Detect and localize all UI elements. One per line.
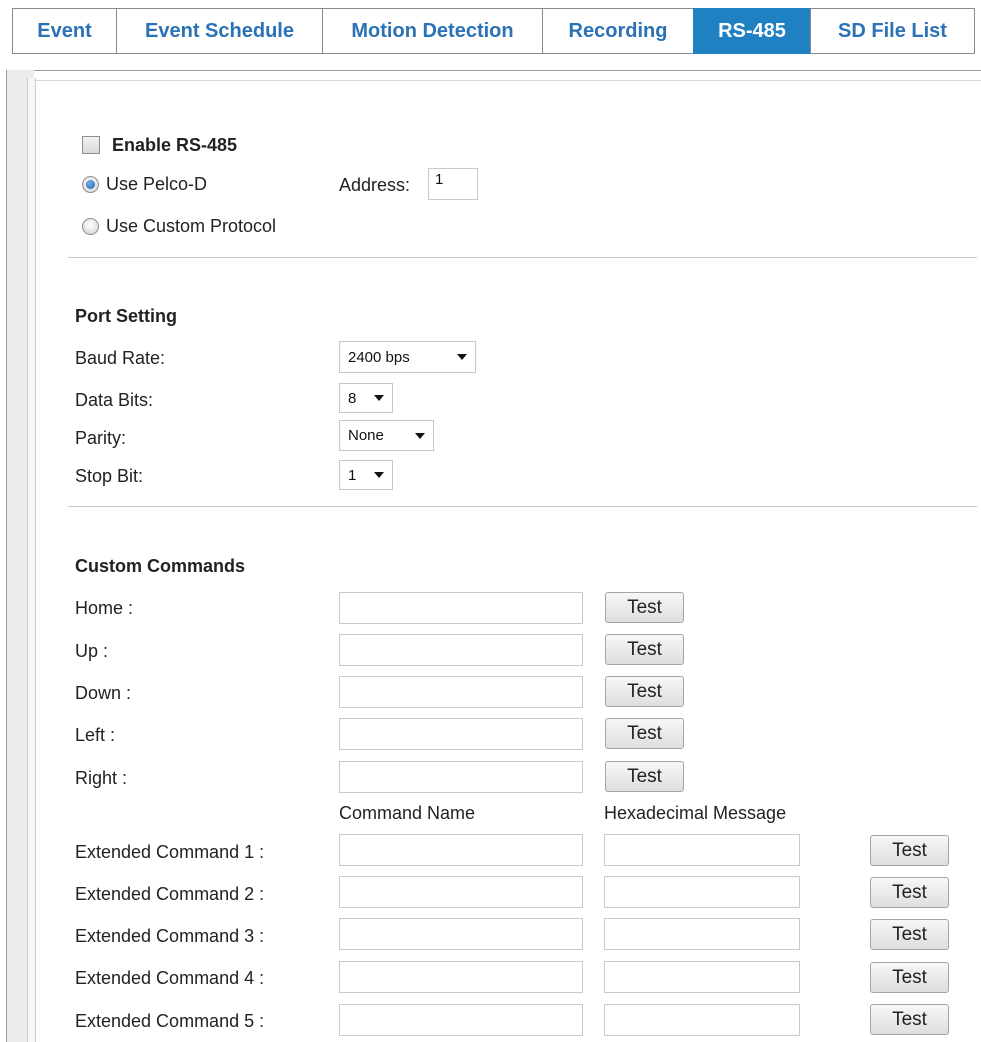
tab-event-schedule[interactable]: Event Schedule	[116, 8, 323, 54]
extended-command-label-3: Extended Command 3 :	[75, 926, 265, 946]
test-button-extended-1[interactable]: Test	[870, 835, 949, 866]
use-custom-protocol-label: Use Custom Protocol	[106, 216, 277, 236]
tab-motion-detection[interactable]: Motion Detection	[322, 8, 543, 54]
divider	[68, 506, 977, 507]
extended-command-name-input-3[interactable]	[339, 918, 583, 950]
extended-command-label-1: Extended Command 1 :	[75, 842, 265, 862]
data-bits-select[interactable]: 8	[339, 383, 393, 413]
extended-command-label-2: Extended Command 2 :	[75, 884, 265, 904]
tab-sd-file-list[interactable]: SD File List	[810, 8, 975, 54]
test-button-extended-4[interactable]: Test	[870, 962, 949, 993]
parity-label: Parity:	[75, 428, 127, 448]
extended-command-name-input-2[interactable]	[339, 876, 583, 908]
test-button-up[interactable]: Test	[605, 634, 684, 665]
extended-command-label-5: Extended Command 5 :	[75, 1011, 265, 1031]
test-button-extended-3[interactable]: Test	[870, 919, 949, 950]
extended-command-hex-input-3[interactable]	[604, 918, 800, 950]
extended-command-hex-input-4[interactable]	[604, 961, 800, 993]
extended-command-hex-input-1[interactable]	[604, 834, 800, 866]
command-input-home[interactable]	[339, 592, 583, 624]
data-bits-value: 8	[348, 389, 357, 407]
test-button-right[interactable]: Test	[605, 761, 684, 792]
command-label-up: Up :	[75, 641, 109, 661]
stop-bit-label: Stop Bit:	[75, 466, 144, 486]
enable-rs485-checkbox[interactable]	[82, 136, 100, 154]
test-button-home[interactable]: Test	[605, 592, 684, 623]
panel-left-frame	[6, 70, 36, 1042]
divider	[68, 257, 977, 258]
data-bits-label: Data Bits:	[75, 390, 154, 410]
column-header-command-name: Command Name	[339, 803, 476, 823]
extended-command-name-input-4[interactable]	[339, 961, 583, 993]
chevron-down-icon	[415, 432, 425, 439]
extended-command-hex-input-5[interactable]	[604, 1004, 800, 1036]
command-input-down[interactable]	[339, 676, 583, 708]
use-pelco-d-label: Use Pelco-D	[106, 174, 208, 194]
command-label-left: Left :	[75, 725, 116, 745]
custom-commands-title: Custom Commands	[75, 556, 246, 576]
use-custom-protocol-radio[interactable]	[82, 218, 99, 235]
parity-value: None	[348, 427, 384, 444]
command-input-up[interactable]	[339, 634, 583, 666]
extended-command-name-input-5[interactable]	[339, 1004, 583, 1036]
command-label-right: Right :	[75, 768, 128, 788]
extended-command-label-4: Extended Command 4 :	[75, 968, 265, 988]
chevron-down-icon	[457, 354, 467, 360]
tab-event[interactable]: Event	[12, 8, 117, 54]
panel-inner-border	[34, 80, 981, 81]
tab-rs485[interactable]: RS-485	[693, 8, 811, 54]
chevron-down-icon	[374, 472, 384, 478]
baud-rate-label: Baud Rate:	[75, 348, 166, 368]
port-setting-title: Port Setting	[75, 306, 177, 326]
command-label-home: Home :	[75, 598, 134, 618]
test-button-left[interactable]: Test	[605, 718, 684, 749]
baud-rate-value: 2400 bps	[348, 348, 410, 366]
panel-border	[6, 70, 981, 71]
stop-bit-select[interactable]: 1	[339, 460, 393, 490]
tab-recording[interactable]: Recording	[542, 8, 694, 54]
extended-command-name-input-1[interactable]	[339, 834, 583, 866]
baud-rate-select[interactable]: 2400 bps	[339, 341, 476, 373]
test-button-extended-2[interactable]: Test	[870, 877, 949, 908]
column-header-hex-message: Hexadecimal Message	[604, 803, 787, 823]
command-label-down: Down :	[75, 683, 132, 703]
chevron-down-icon	[374, 395, 384, 401]
test-button-extended-5[interactable]: Test	[870, 1004, 949, 1035]
tab-bar: Event Event Schedule Motion Detection Re…	[12, 8, 975, 54]
command-input-right[interactable]	[339, 761, 583, 793]
extended-command-hex-input-2[interactable]	[604, 876, 800, 908]
use-pelco-d-radio[interactable]	[82, 176, 99, 193]
address-input[interactable]: 1	[428, 168, 478, 200]
stop-bit-value: 1	[348, 466, 357, 484]
parity-select[interactable]: None	[339, 420, 434, 451]
command-input-left[interactable]	[339, 718, 583, 750]
test-button-down[interactable]: Test	[605, 676, 684, 707]
enable-rs485-label: Enable RS-485	[112, 135, 238, 155]
address-label: Address:	[339, 175, 411, 195]
